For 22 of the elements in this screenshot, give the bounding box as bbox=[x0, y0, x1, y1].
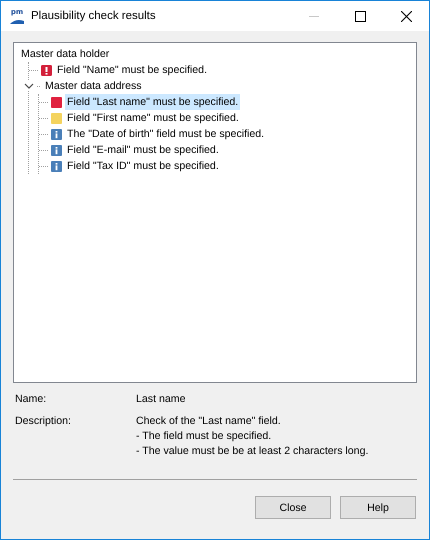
info-icon bbox=[51, 128, 62, 140]
field-label: Name: bbox=[15, 392, 48, 407]
close-button[interactable]: Close bbox=[255, 496, 331, 519]
tree-item[interactable]: Field "Name" must be specified. bbox=[55, 62, 210, 78]
info-icon bbox=[51, 160, 62, 172]
help-button[interactable]: Help bbox=[340, 496, 416, 519]
field-value: Check of the "Last name" field. - The field must be specified. - The value must be be at least 2 characters long. bbox=[136, 414, 370, 459]
tree-item[interactable]: Field "First name" must be specified. bbox=[65, 110, 241, 126]
info-icon bbox=[51, 144, 62, 156]
chevron-down-icon[interactable] bbox=[24, 81, 34, 91]
alert-icon bbox=[41, 64, 52, 76]
square-icon bbox=[51, 112, 62, 124]
square-icon bbox=[51, 96, 62, 108]
tree-item[interactable]: Field "Tax ID" must be specified. bbox=[65, 158, 221, 174]
tree-group[interactable]: Master data address bbox=[43, 78, 144, 94]
window-title: Plausibility check results bbox=[31, 10, 157, 22]
tree-item[interactable]: Field "E-mail" must be specified. bbox=[65, 142, 221, 158]
tree-group[interactable]: Master data holder bbox=[19, 46, 112, 62]
field-label: Description: bbox=[15, 414, 72, 429]
tree-item[interactable]: The "Date of birth" field must be specified. bbox=[65, 126, 266, 142]
tree-item[interactable]: Field "Last name" must be specified. bbox=[65, 94, 240, 110]
field-value: Last name bbox=[136, 392, 186, 407]
